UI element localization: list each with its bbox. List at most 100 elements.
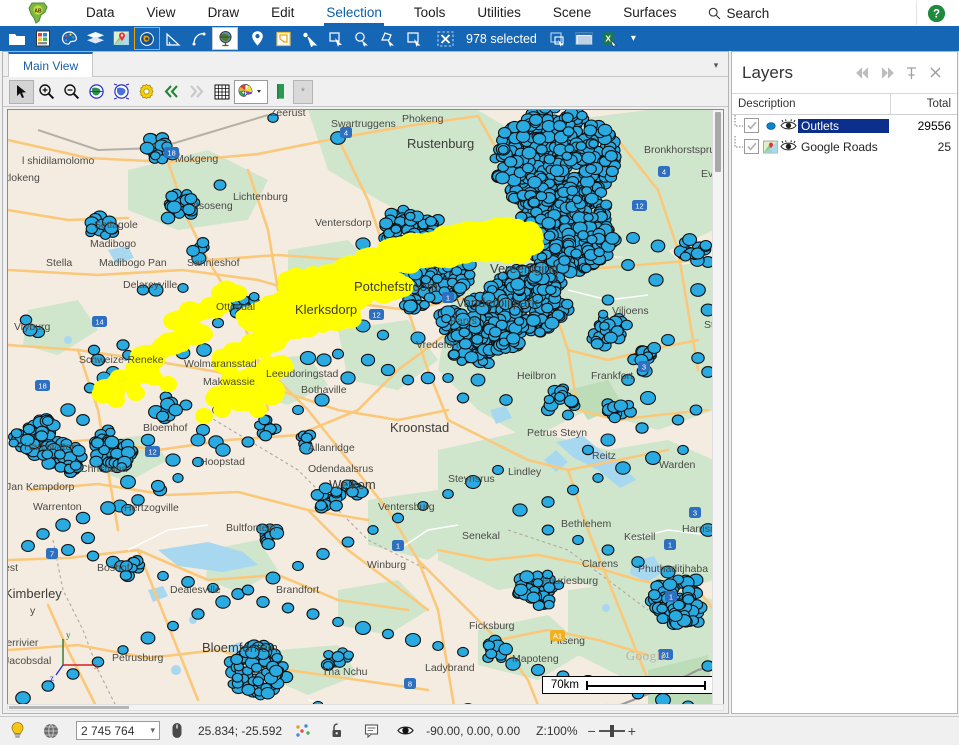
map-point[interactable]	[420, 371, 436, 385]
toolbar-overflow-button[interactable]: ▾	[623, 33, 644, 44]
layer-row-google-roads[interactable]: Google Roads 25	[732, 136, 957, 157]
map-point[interactable]	[405, 211, 416, 221]
map-point[interactable]	[259, 430, 273, 442]
map-point[interactable]	[566, 484, 580, 496]
map-point[interactable]	[572, 534, 584, 546]
zoom-selection-icon[interactable]	[109, 80, 134, 104]
map-point[interactable]	[690, 283, 706, 297]
map-point[interactable]	[457, 646, 469, 658]
map-point[interactable]	[241, 683, 256, 696]
settings-gear-icon[interactable]	[134, 80, 159, 104]
map-point[interactable]	[699, 239, 713, 251]
pin-icon[interactable]	[899, 61, 923, 85]
map-point[interactable]	[160, 211, 176, 225]
map-point[interactable]	[36, 528, 50, 540]
map-point-selected[interactable]	[213, 402, 231, 418]
map-point-selected[interactable]	[192, 326, 209, 340]
next-view-icon[interactable]	[184, 80, 209, 104]
scale-combobox[interactable]: 2 745 764 ▾	[76, 721, 160, 740]
map-point[interactable]	[497, 126, 512, 139]
globe-stand-icon[interactable]	[212, 27, 238, 50]
africa-logo[interactable]: AB	[22, 1, 56, 25]
collapse-all-icon[interactable]	[851, 61, 875, 85]
map-point[interactable]	[139, 141, 155, 155]
map-point[interactable]	[166, 200, 182, 214]
map-point[interactable]	[647, 589, 661, 601]
tab-dropdown-icon[interactable]: ▾	[710, 59, 722, 71]
map-point[interactable]	[390, 224, 402, 234]
map-point[interactable]	[86, 550, 100, 562]
map-point[interactable]	[8, 438, 19, 448]
map-point[interactable]	[442, 372, 454, 384]
snap-icon[interactable]	[286, 718, 320, 744]
map-point[interactable]	[315, 500, 328, 511]
map-point[interactable]	[647, 341, 662, 355]
map-point[interactable]	[554, 391, 566, 402]
map-point[interactable]	[265, 571, 281, 585]
location-pin-icon[interactable]	[244, 27, 270, 50]
map-point[interactable]	[541, 302, 554, 314]
map-point[interactable]	[76, 414, 90, 426]
menu-draw[interactable]: Draw	[192, 0, 256, 26]
map-point[interactable]	[61, 543, 75, 557]
map-point[interactable]	[404, 632, 422, 648]
map-point[interactable]	[541, 496, 555, 508]
zoom-slider[interactable]: − +	[582, 723, 636, 739]
map-point[interactable]	[528, 197, 540, 208]
map-point[interactable]	[514, 316, 525, 326]
map-point[interactable]	[329, 499, 343, 512]
zoom-out-icon[interactable]	[59, 80, 84, 104]
map-point[interactable]	[580, 263, 592, 274]
map-point[interactable]	[261, 538, 276, 551]
map-point[interactable]	[403, 299, 418, 313]
map-point[interactable]	[213, 179, 227, 191]
map-point[interactable]	[529, 113, 543, 126]
map-point[interactable]	[55, 518, 71, 532]
map-point-selected[interactable]	[431, 243, 451, 259]
map-point[interactable]	[458, 327, 471, 338]
menu-tools[interactable]: Tools	[398, 0, 462, 26]
map-point[interactable]	[662, 578, 678, 591]
map-point[interactable]	[543, 230, 556, 242]
map-point[interactable]	[463, 269, 476, 280]
map-point[interactable]	[432, 640, 444, 652]
map-point[interactable]	[593, 247, 605, 258]
map-pin-icon[interactable]	[108, 27, 134, 50]
map-point[interactable]	[559, 215, 571, 225]
polygon-note-icon[interactable]	[270, 27, 296, 50]
map-point[interactable]	[167, 620, 179, 632]
map-point[interactable]	[561, 112, 574, 123]
map-point[interactable]	[535, 144, 548, 155]
map-point[interactable]	[150, 151, 161, 161]
map-canvas[interactable]: Zeerust Swartruggens Phokeng Rustenburg Bron…	[7, 109, 724, 709]
zoom-extents-icon[interactable]	[84, 80, 109, 104]
map-point[interactable]	[536, 252, 548, 262]
table-view-icon[interactable]	[571, 27, 597, 50]
map-point[interactable]	[585, 163, 597, 175]
map-point[interactable]	[677, 444, 689, 456]
map-point[interactable]	[575, 141, 587, 151]
map-point[interactable]	[116, 339, 130, 351]
map-point[interactable]	[563, 394, 579, 408]
open-folder-icon[interactable]	[4, 27, 30, 50]
map-point[interactable]	[570, 248, 583, 259]
map-point[interactable]	[615, 461, 631, 475]
map-point[interactable]	[499, 394, 513, 406]
map-point[interactable]	[241, 584, 255, 596]
map-point[interactable]	[590, 338, 604, 350]
color-palette-icon[interactable]	[234, 79, 268, 104]
map-point[interactable]	[316, 353, 332, 367]
close-icon[interactable]	[923, 61, 947, 85]
excel-export-icon[interactable]: X	[597, 27, 623, 50]
menu-utilities[interactable]: Utilities	[461, 0, 537, 26]
map-point[interactable]	[140, 631, 156, 645]
layer-checkbox-outlets[interactable]	[744, 118, 759, 133]
map-vscroll-thumb[interactable]	[715, 112, 721, 172]
map-point[interactable]	[211, 317, 225, 329]
map-point[interactable]	[15, 691, 31, 705]
map-point[interactable]	[299, 350, 317, 366]
map-point[interactable]	[292, 404, 304, 416]
map-point[interactable]	[172, 473, 184, 483]
map-point[interactable]	[332, 616, 344, 628]
map-point[interactable]	[504, 156, 518, 168]
